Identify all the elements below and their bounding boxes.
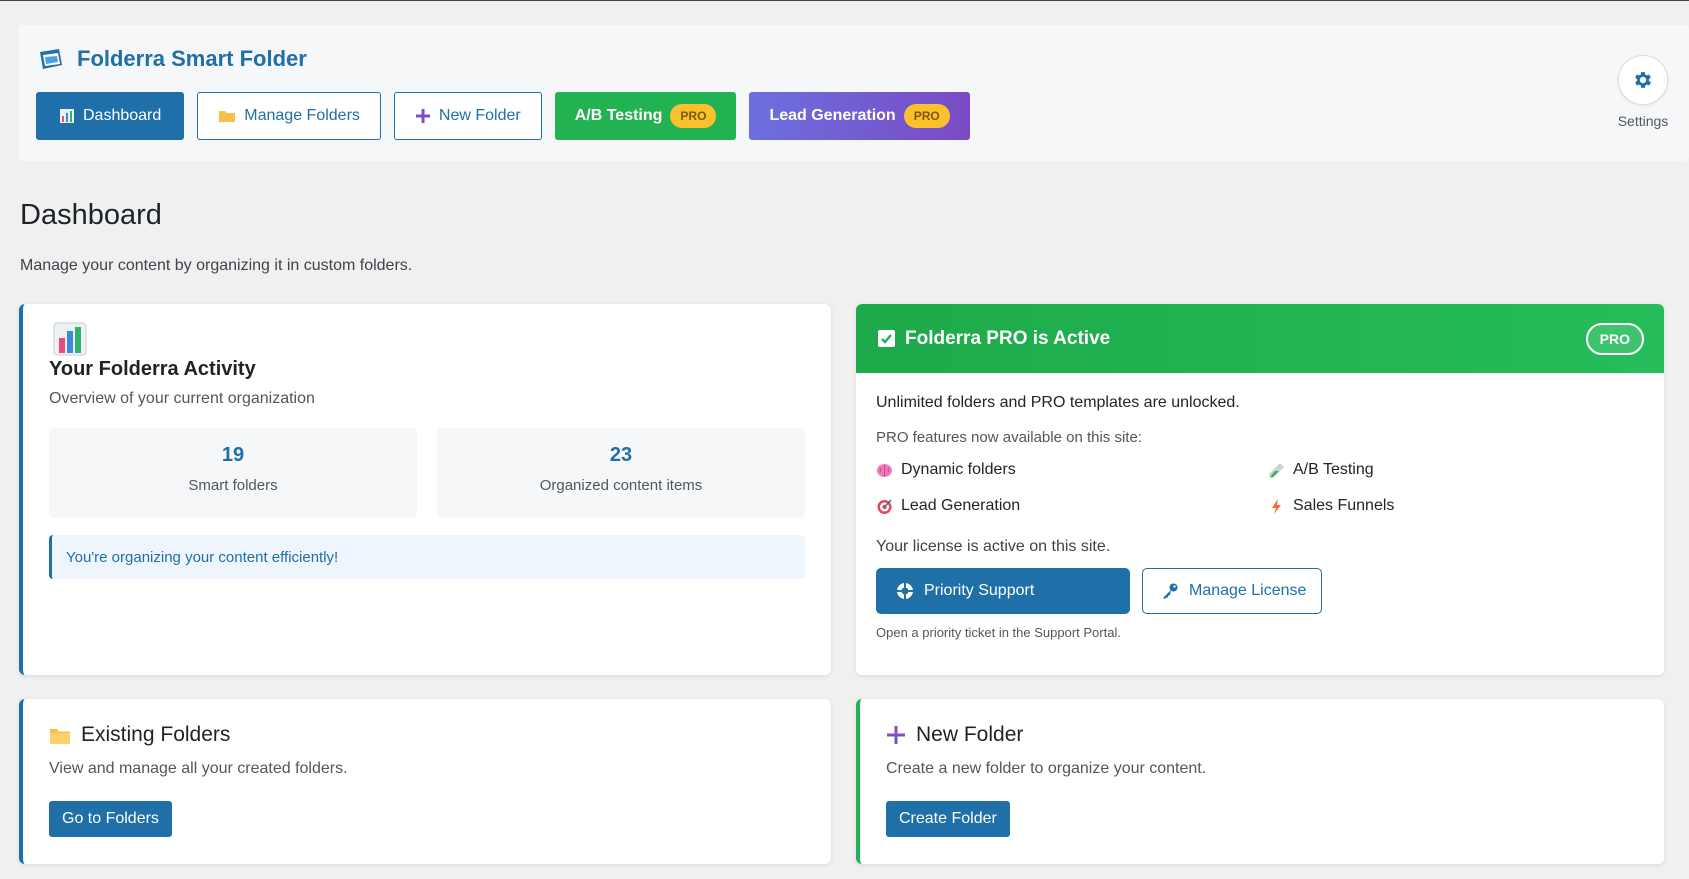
- settings-label: Settings: [1617, 113, 1669, 129]
- manage-license-label: Manage License: [1189, 582, 1307, 599]
- pro-badge: PRO: [903, 104, 950, 128]
- nav-ab-testing-button[interactable]: A/B Testing PRO: [554, 92, 737, 140]
- main-nav: Dashboard Manage Folders New Folder A/B …: [36, 92, 970, 140]
- pro-card-title: Folderra PRO is Active: [905, 327, 1111, 349]
- new-folder-subtitle: Create a new folder to organize your con…: [886, 760, 1207, 777]
- target-icon: [877, 498, 892, 514]
- stat-organized-items: 23 Organized content items: [437, 428, 805, 518]
- feature-lead-generation: Lead Generation: [876, 497, 1268, 515]
- stat-label: Organized content items: [539, 477, 703, 494]
- nav-new-folder-button[interactable]: New Folder: [393, 92, 542, 140]
- test-tube-icon: [1269, 462, 1284, 478]
- settings-button[interactable]: Settings: [1603, 55, 1683, 129]
- feature-label: A/B Testing: [1293, 461, 1374, 478]
- bar-chart-icon: [53, 322, 87, 356]
- pro-badge: PRO: [670, 104, 717, 128]
- app-title: Folderra Smart Folder: [77, 46, 307, 71]
- new-folder-card: New Folder Create a new folder to organi…: [856, 699, 1664, 864]
- priority-support-label: Priority Support: [924, 582, 1035, 599]
- nav-ab-testing-label: A/B Testing: [574, 107, 663, 124]
- pro-card-body: Unlimited folders and PRO templates are …: [876, 394, 1644, 640]
- existing-folders-card: Existing Folders View and manage all you…: [19, 699, 831, 864]
- feature-ab-testing: A/B Testing: [1268, 461, 1568, 479]
- support-hint: Open a priority ticket in the Support Po…: [876, 625, 1121, 640]
- create-folder-button[interactable]: Create Folder: [886, 801, 1010, 837]
- activity-card: Your Folderra Activity Overview of your …: [19, 304, 831, 675]
- bar-chart-icon: [60, 109, 74, 123]
- brand: Folderra Smart Folder: [37, 45, 307, 73]
- nav-manage-folders-label: Manage Folders: [244, 107, 360, 124]
- license-status-text: Your license is active on this site.: [876, 538, 1111, 555]
- activity-subtitle: Overview of your current organization: [49, 390, 315, 407]
- feature-sales-funnels: Sales Funnels: [1268, 497, 1568, 515]
- nav-manage-folders-button[interactable]: Manage Folders: [197, 92, 381, 140]
- settings-circle[interactable]: [1618, 55, 1668, 105]
- folder-icon: [219, 111, 236, 122]
- checkmark-icon: [878, 330, 895, 347]
- efficiency-notice: You're organizing your content efficient…: [49, 535, 805, 579]
- plus-icon: [887, 726, 905, 744]
- new-folder-header: New Folder: [886, 723, 1023, 747]
- key-icon: [1163, 583, 1178, 599]
- pro-actions: Priority Support Manage License: [876, 568, 1644, 614]
- lifebuoy-icon: [897, 583, 913, 599]
- existing-folders-subtitle: View and manage all your created folders…: [49, 760, 348, 777]
- page-title: Dashboard: [20, 199, 162, 231]
- priority-support-button[interactable]: Priority Support: [876, 568, 1130, 614]
- existing-folders-header: Existing Folders: [49, 723, 230, 747]
- nav-dashboard-button[interactable]: Dashboard: [36, 92, 185, 140]
- pro-status-card: Folderra PRO is Active PRO Unlimited fol…: [856, 304, 1664, 675]
- manage-license-button[interactable]: Manage License: [1142, 568, 1322, 614]
- feature-label: Dynamic folders: [901, 461, 1016, 478]
- feature-label: Sales Funnels: [1293, 497, 1395, 514]
- nav-lead-generation-button[interactable]: Lead Generation PRO: [749, 92, 970, 140]
- nav-dashboard-label: Dashboard: [83, 107, 162, 124]
- page-subtitle: Manage your content by organizing it in …: [20, 257, 413, 274]
- pro-card-header: Folderra PRO is Active PRO: [856, 304, 1664, 373]
- feature-label: Lead Generation: [901, 497, 1021, 514]
- pro-badge: PRO: [1585, 323, 1644, 355]
- nav-lead-generation-label: Lead Generation: [769, 107, 896, 124]
- go-to-folders-button[interactable]: Go to Folders: [49, 801, 172, 837]
- stat-smart-folders: 19 Smart folders: [49, 428, 417, 518]
- pro-feature-list: Dynamic folders A/B Testing Lead Generat…: [876, 461, 1644, 515]
- gear-icon: [1635, 72, 1651, 88]
- brain-icon: [877, 463, 892, 477]
- stat-value: 23: [609, 444, 633, 466]
- lightning-icon: [1272, 498, 1281, 514]
- stat-label: Smart folders: [188, 477, 278, 494]
- feature-dynamic-folders: Dynamic folders: [876, 461, 1268, 479]
- folder-icon: [50, 728, 70, 744]
- stat-value: 19: [221, 444, 245, 466]
- activity-title: Your Folderra Activity: [49, 358, 256, 380]
- existing-folders-title: Existing Folders: [81, 723, 231, 746]
- plus-icon: [415, 109, 430, 123]
- new-folder-title: New Folder: [916, 723, 1024, 746]
- pro-features-heading: PRO features now available on this site:: [876, 429, 1142, 446]
- folderra-logo-icon: [40, 49, 62, 69]
- plugin-header: Folderra Smart Folder Dashboard Manage F…: [18, 25, 1689, 161]
- nav-new-folder-label: New Folder: [438, 107, 521, 124]
- pro-unlocked-text: Unlimited folders and PRO templates are …: [876, 394, 1240, 411]
